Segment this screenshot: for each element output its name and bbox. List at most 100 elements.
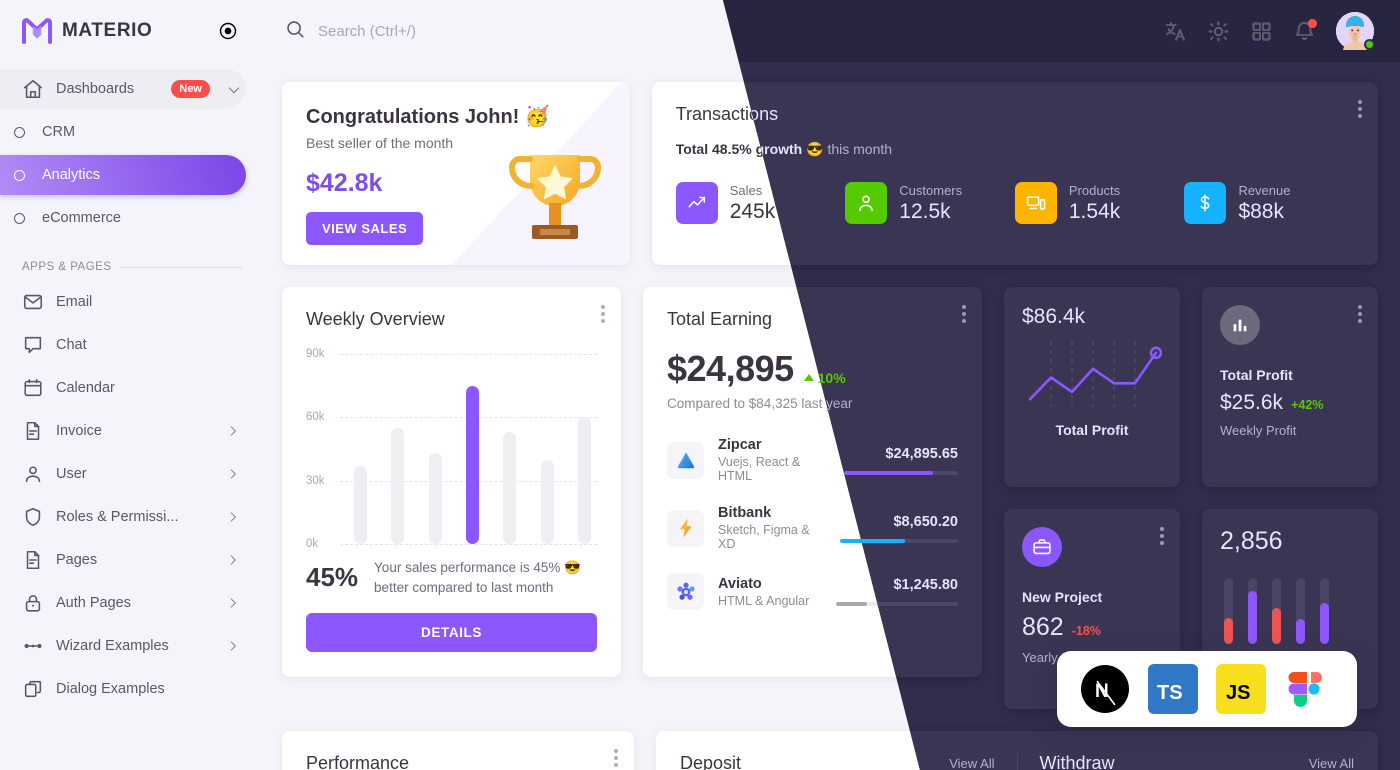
performance-title: Performance xyxy=(306,753,410,770)
sidebar-item-label: Dialog Examples xyxy=(56,681,165,697)
trophy-icon xyxy=(496,137,614,257)
translate-icon[interactable] xyxy=(1164,20,1187,43)
sidebar-item-label: Calendar xyxy=(56,380,115,396)
chevron-down-icon[interactable] xyxy=(226,82,240,96)
mini-bar xyxy=(1224,578,1233,644)
figma-logo[interactable] xyxy=(1284,664,1334,714)
earning-row-price: $8,650.20 xyxy=(893,513,958,530)
circle-icon xyxy=(8,121,30,143)
deposit-view-all-link[interactable]: View All xyxy=(949,756,994,770)
javascript-logo[interactable]: JS xyxy=(1216,664,1266,714)
sidebar-item-label: Analytics xyxy=(42,167,101,183)
online-status-dot xyxy=(1364,39,1375,50)
weekly-profit-menu-button[interactable] xyxy=(1358,305,1362,326)
stat-revenue: Revenue $88k xyxy=(1184,182,1354,224)
sessions-bar-chart xyxy=(1220,578,1360,644)
y-tick-label: 30k xyxy=(306,474,325,487)
performance-card: Performance xyxy=(282,731,634,770)
bar xyxy=(540,459,554,544)
typescript-logo[interactable]: TS xyxy=(1148,664,1198,714)
weekly-profit-card: Total Profit $25.6k +42% Weekly Profit xyxy=(1202,287,1378,487)
total-profit-caption: Total Profit xyxy=(1055,422,1129,438)
sidebar-item-dashboards[interactable]: Dashboards New xyxy=(0,69,246,109)
mini-row-1: $86.4k Total Profit Total Profit $25.6k … xyxy=(1004,287,1378,487)
sidebar-item-label: Dashboards xyxy=(56,81,135,97)
sidebar-item-pages[interactable]: Pages xyxy=(0,540,246,580)
tech-stack-badge: N TS JS xyxy=(1057,651,1357,727)
zipcar-logo xyxy=(667,441,704,479)
sidebar-item-label: eCommerce xyxy=(42,210,121,226)
person-icon xyxy=(845,182,888,224)
shield-icon xyxy=(22,506,44,528)
svg-text:N: N xyxy=(1095,681,1109,702)
grid-apps-icon[interactable] xyxy=(1250,20,1273,43)
total-profit-line-card: $86.4k Total Profit xyxy=(1004,287,1180,487)
transactions-title: Transactions xyxy=(723,104,1354,125)
sidebar-item-chat[interactable]: Chat xyxy=(0,325,246,365)
bar-chart-icon xyxy=(1220,305,1260,345)
divider xyxy=(1016,753,1018,770)
mini-bar xyxy=(1320,578,1329,644)
weekly-profit-caption: Total Profit xyxy=(1220,367,1293,383)
aviato-logo xyxy=(667,573,704,610)
divider xyxy=(119,266,242,268)
earning-row-tech: HTML & Angular xyxy=(718,593,810,608)
mini-bar xyxy=(1296,578,1305,644)
sidebar-item-crm[interactable]: CRM xyxy=(0,112,246,152)
sidebar-item-analytics[interactable]: Analytics xyxy=(0,155,246,195)
weekly-title: Weekly Overview xyxy=(306,309,445,329)
stat-label: Sales xyxy=(729,182,763,198)
sidebar-item-calendar[interactable]: Calendar xyxy=(0,368,246,408)
weekly-profit-sub: Weekly Profit xyxy=(1220,423,1297,438)
sidebar-item-ecommerce[interactable]: eCommerce xyxy=(0,198,246,238)
circle-icon xyxy=(8,164,30,186)
earning-menu-button[interactable] xyxy=(962,305,966,326)
sidebar-section-apps: APPS & PAGES xyxy=(0,241,260,279)
stat-customers: Customers 12.5k xyxy=(845,182,1015,224)
sidebar-item-wizard-examples[interactable]: Wizard Examples xyxy=(0,626,246,666)
chevron-right-icon xyxy=(226,510,240,524)
bell-icon[interactable] xyxy=(1293,18,1317,43)
earning-row-progress xyxy=(843,470,958,475)
view-sales-button[interactable]: VIEW SALES xyxy=(306,212,424,245)
sidebar-item-dialog-examples[interactable]: Dialog Examples xyxy=(0,669,246,709)
user-avatar[interactable] xyxy=(1336,12,1375,50)
devices-icon xyxy=(1014,182,1057,224)
stat-label: Customers xyxy=(899,182,963,198)
sun-icon[interactable] xyxy=(1207,20,1230,43)
bar xyxy=(391,427,405,544)
sidebar-item-invoice[interactable]: Invoice xyxy=(0,411,246,451)
y-tick-label: 90k xyxy=(306,348,325,360)
performance-menu-button[interactable] xyxy=(614,749,618,770)
weekly-performance: 45% Your sales performance is 45% 😎 bett… xyxy=(306,558,597,597)
sidebar-item-auth-pages[interactable]: Auth Pages xyxy=(0,583,246,623)
stat-value: $88k xyxy=(1238,199,1284,223)
withdraw-view-all-link[interactable]: View All xyxy=(1309,756,1354,770)
brand: MATERIO xyxy=(0,0,260,62)
sidebar-section-label: APPS & PAGES xyxy=(22,261,112,273)
chevron-right-icon xyxy=(226,596,240,610)
search-input[interactable] xyxy=(318,22,638,40)
calendar-icon xyxy=(22,377,44,399)
deposit-title: Deposit xyxy=(680,753,742,770)
new-project-menu-button[interactable] xyxy=(1160,527,1164,548)
search-bar[interactable] xyxy=(284,18,1150,45)
chevron-right-icon xyxy=(226,467,240,481)
transactions-menu-button[interactable] xyxy=(1358,100,1362,121)
bar xyxy=(503,432,517,544)
nextjs-logo[interactable]: N xyxy=(1080,664,1130,714)
bar xyxy=(354,465,367,544)
withdraw-section: Withdraw View All xyxy=(1040,753,1355,770)
mini-bar xyxy=(1248,578,1257,644)
pin-circle-icon[interactable] xyxy=(218,21,238,41)
weekly-percent: 45% xyxy=(306,562,359,593)
lock-icon xyxy=(22,592,44,614)
sidebar-item-user[interactable]: User xyxy=(0,454,246,494)
svg-text:JS: JS xyxy=(1226,682,1250,704)
sidebar-item-roles-permissi[interactable]: Roles & Permissi... xyxy=(0,497,246,537)
sidebar-item-email[interactable]: Email xyxy=(0,282,246,322)
total-profit-value: $86.4k xyxy=(1022,305,1086,328)
invoice-icon xyxy=(22,420,44,442)
weekly-menu-button[interactable] xyxy=(601,305,605,326)
details-button[interactable]: DETAILS xyxy=(306,613,597,653)
